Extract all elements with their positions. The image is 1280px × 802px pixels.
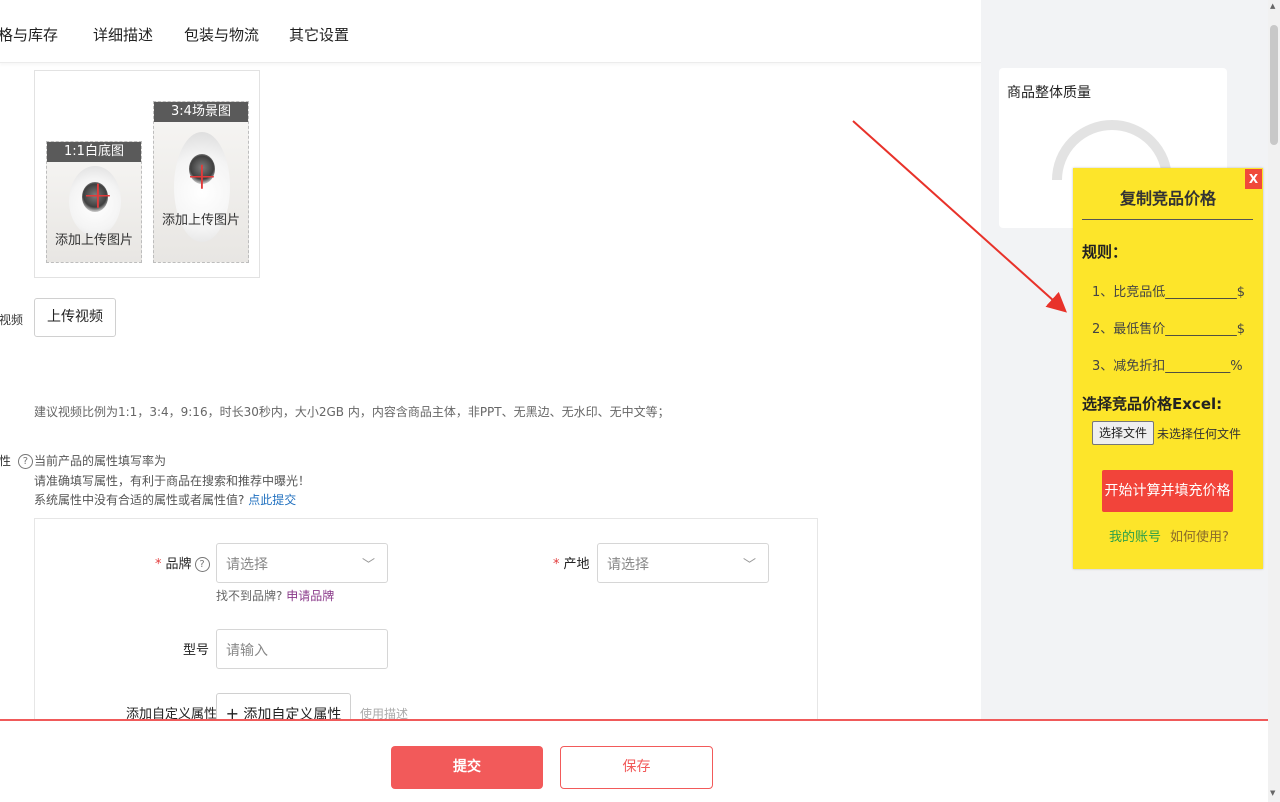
brand-help: 找不到品牌? 申请品牌	[216, 589, 335, 603]
rule-min-price[interactable]: 2、最低售价___________$	[1092, 318, 1245, 337]
help-icon[interactable]: ?	[17, 454, 33, 469]
add-image-text: 添加上传图片	[54, 233, 133, 248]
brand-label: * 品牌?	[155, 553, 210, 572]
add-plus-icon: +	[82, 173, 114, 217]
plugin-title: 复制竞品价格	[1119, 189, 1216, 208]
origin-label: * 产地	[553, 557, 590, 572]
add-plus-icon: +	[186, 154, 218, 198]
tab-bar: 格与库存 详细描述 包装与物流 其它设置	[0, 6, 981, 63]
tab-spec-inventory[interactable]: 格与库存	[0, 24, 58, 45]
save-button[interactable]: 保存	[560, 746, 713, 789]
file-status: 未选择任何文件	[1157, 427, 1242, 441]
video-hint: 建议视频比例为1:1，3:4，9:16，时长30秒内，大小2GB 内，内容含商品…	[34, 405, 670, 419]
main-panel: 格与库存 详细描述 包装与物流 其它设置 + 1:1白底图 添加上传图片 + 3…	[0, 0, 981, 800]
scroll-up-icon[interactable]: ▲	[1270, 2, 1275, 10]
rule-discount[interactable]: 3、减免折扣__________%	[1092, 355, 1243, 374]
tab-detail-description[interactable]: 详细描述	[93, 24, 153, 45]
choose-file-button[interactable]: 选择文件	[1092, 421, 1155, 445]
calculate-fill-button[interactable]: 开始计算并填充价格	[1102, 470, 1233, 512]
upload-card-white-bg[interactable]: + 1:1白底图 添加上传图片	[46, 141, 142, 263]
scrollbar[interactable]: ▲ ▼	[1268, 0, 1280, 800]
origin-select[interactable]: 请选择 ﹀	[597, 543, 769, 583]
apply-brand-link[interactable]: 申请品牌	[286, 589, 334, 603]
submit-attribute-link[interactable]: 点此提交	[248, 493, 296, 507]
attribute-submit-tip: 系统属性中没有合适的属性或者属性值? 点此提交	[34, 493, 297, 507]
submit-button[interactable]: 提交	[391, 746, 543, 789]
footer-bar: 提交 保存	[0, 719, 1268, 802]
price-plugin-panel: X 复制竞品价格 规则： 1、比竞品低___________$ 2、最低售价__…	[1073, 168, 1263, 569]
divider	[1082, 219, 1253, 220]
excel-heading: 选择竞品价格Excel:	[1082, 395, 1223, 413]
how-to-use-link[interactable]: 如何使用?	[1170, 526, 1229, 545]
video-label: 视频	[0, 313, 24, 327]
quality-title: 商品整体质量	[1007, 85, 1091, 101]
my-account-link[interactable]: 我的账号	[1109, 526, 1161, 545]
upload-video-button[interactable]: 上传视频	[34, 298, 116, 337]
tab-packaging-logistics[interactable]: 包装与物流	[184, 24, 259, 45]
card-label: 1:1白底图	[47, 142, 141, 162]
attribute-rate-text: 当前产品的属性填写率为	[34, 454, 167, 468]
rule-lower-than-competitor[interactable]: 1、比竞品低___________$	[1092, 281, 1245, 300]
upload-card-scene[interactable]: + 3:4场景图 添加上传图片	[153, 101, 249, 263]
add-image-text: 添加上传图片	[161, 213, 240, 228]
model-label: 型号	[183, 643, 210, 658]
tab-other-settings[interactable]: 其它设置	[289, 24, 349, 45]
chevron-down-icon: ﹀	[742, 558, 756, 573]
attributes-label: 性 ?	[0, 452, 33, 469]
model-input[interactable]: 请输入	[216, 629, 388, 669]
card-label: 3:4场景图	[154, 102, 248, 122]
rules-heading: 规则：	[1082, 243, 1128, 261]
scrollbar-thumb[interactable]	[1270, 25, 1278, 145]
scroll-down-icon[interactable]: ▼	[1270, 789, 1275, 797]
image-upload-area: + 1:1白底图 添加上传图片 + 3:4场景图 添加上传图片	[34, 70, 260, 278]
attribute-tip: 请准确填写属性，有利于商品在搜索和推荐中曝光！	[34, 474, 311, 488]
help-icon[interactable]: ?	[194, 557, 210, 572]
chevron-down-icon: ﹀	[361, 558, 375, 573]
brand-select[interactable]: 请选择 ﹀	[216, 543, 388, 583]
